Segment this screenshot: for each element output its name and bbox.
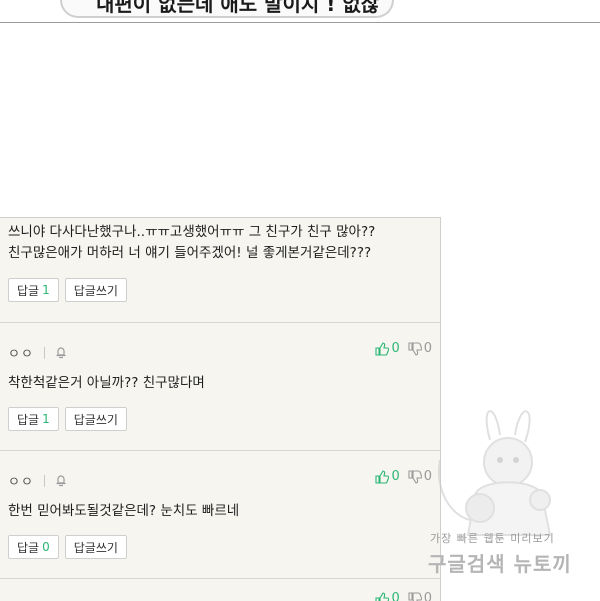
watermark-tagline: 가장 빠른 웹툰 미리보기 <box>430 530 555 546</box>
reply-label: 답글 <box>17 411 39 428</box>
thumbs-down-icon <box>408 342 422 356</box>
report-bell-icon[interactable] <box>55 346 67 359</box>
thumbs-up-icon <box>375 470 389 484</box>
comment-text: 착한척같은거 아닐까?? 친구많다며 <box>8 373 205 394</box>
reply-label: 답글 <box>17 539 39 556</box>
divider <box>44 475 45 487</box>
reply-button[interactable]: 답글 0 <box>8 535 59 559</box>
write-reply-button[interactable]: 답글쓰기 <box>65 535 127 559</box>
comment-author: ㅇㅇ <box>8 471 34 490</box>
comment-line: 친구많은애가 머하러 너 얘기 들어주겠어! 널 좋게본거같은데??? <box>8 243 375 264</box>
thumbs-up-icon <box>375 342 389 356</box>
reply-button[interactable]: 답글 1 <box>8 407 59 431</box>
comic-panel-remnant: 내편이 없는데 애도 말이지 ! 없잖 <box>0 0 600 23</box>
reply-count: 1 <box>42 412 50 426</box>
like-button[interactable]: 0 <box>375 341 399 356</box>
reply-count: 0 <box>42 540 50 554</box>
like-count: 0 <box>391 469 399 484</box>
comment-item: 쓰니야 다사다난했구나..ㅠㅠ고생했어ㅠㅠ 그 친구가 친구 많아?? 친구많은… <box>0 218 440 322</box>
report-bell-icon[interactable] <box>55 474 67 487</box>
comment-text: 한번 믿어봐도될것같은데? 눈치도 빠르네 <box>8 501 239 522</box>
reply-label: 답글 <box>17 282 39 299</box>
comic-caption: 내편이 없는데 애도 말이지 ! 없잖 <box>96 0 379 17</box>
comment-list: 쓰니야 다사다난했구나..ㅠㅠ고생했어ㅠㅠ 그 친구가 친구 많아?? 친구많은… <box>0 217 441 601</box>
dislike-button[interactable]: 0 <box>408 341 432 356</box>
write-reply-button[interactable]: 답글쓰기 <box>65 278 127 302</box>
write-reply-button[interactable]: 답글쓰기 <box>65 407 127 431</box>
dislike-count: 0 <box>424 341 432 356</box>
comment-item: ㅇㅇ 0 0 착한척같은거 아닐까?? 친구많다며 <box>0 322 440 451</box>
watermark-title: 구글검색 뉴토끼 <box>428 548 572 577</box>
comment-text: 쓰니야 다사다난했구나..ㅠㅠ고생했어ㅠㅠ 그 친구가 친구 많아?? 친구많은… <box>8 222 375 264</box>
like-button[interactable]: 0 <box>375 469 399 484</box>
like-count: 0 <box>391 341 399 356</box>
comment-line: 쓰니야 다사다난했구나..ㅠㅠ고생했어ㅠㅠ 그 친구가 친구 많아?? <box>8 222 375 243</box>
reply-count: 1 <box>42 283 50 297</box>
reply-button[interactable]: 답글 1 <box>8 278 59 302</box>
divider <box>44 347 45 359</box>
comment-item: ㅇㅇ 0 0 한번 믿어봐도될것같은데? 눈치도 빠르네 <box>0 450 440 579</box>
comment-item: 0 0 <box>0 578 440 601</box>
comment-author: ㅇㅇ <box>8 343 34 362</box>
